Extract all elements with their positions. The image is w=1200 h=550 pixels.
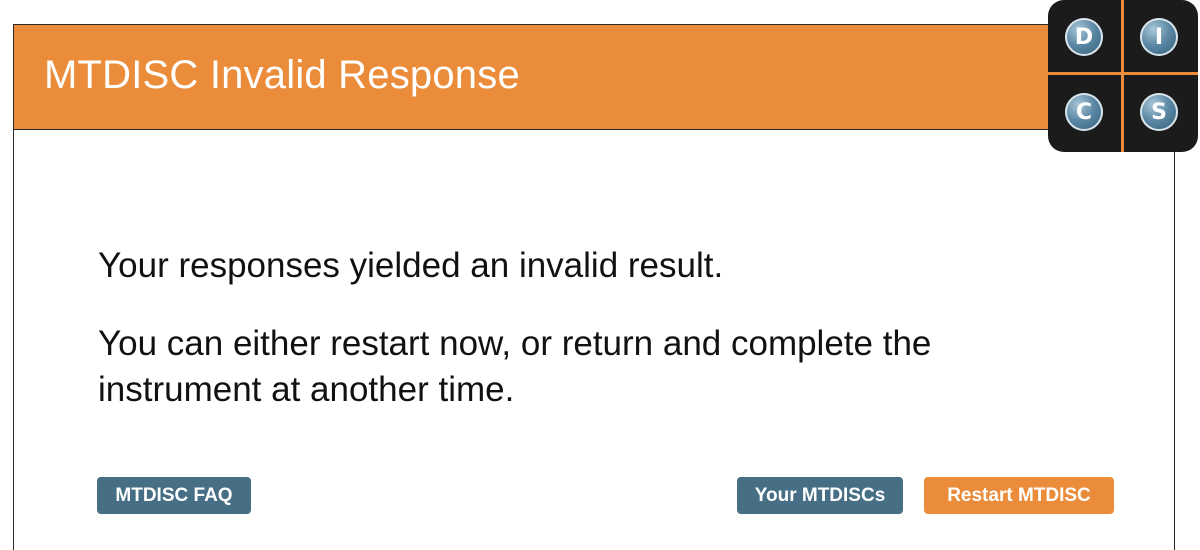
logo-divider-vertical [1121, 0, 1124, 152]
logo-disc-c-icon: C [1065, 93, 1103, 131]
restart-button[interactable]: Restart MTDISC [924, 477, 1114, 514]
header-bar: MTDISC Invalid Response [14, 25, 1174, 130]
logo-disc-i-icon: I [1140, 18, 1178, 56]
page: MTDISC Invalid Response Your responses y… [0, 0, 1200, 550]
logo-disc-s-icon: S [1140, 93, 1178, 131]
logo-divider-horizontal [1048, 72, 1198, 75]
faq-button[interactable]: MTDISC FAQ [97, 477, 251, 514]
disc-logo: D I C S [1048, 0, 1198, 152]
message-line-1: Your responses yielded an invalid result… [98, 246, 724, 285]
logo-disc-d-icon: D [1065, 18, 1103, 56]
message-line-2: You can either restart now, or return an… [98, 324, 932, 409]
your-mtdiscs-button[interactable]: Your MTDISCs [737, 477, 903, 514]
page-title: MTDISC Invalid Response [44, 53, 520, 97]
dialog-card: MTDISC Invalid Response Your responses y… [13, 24, 1175, 550]
